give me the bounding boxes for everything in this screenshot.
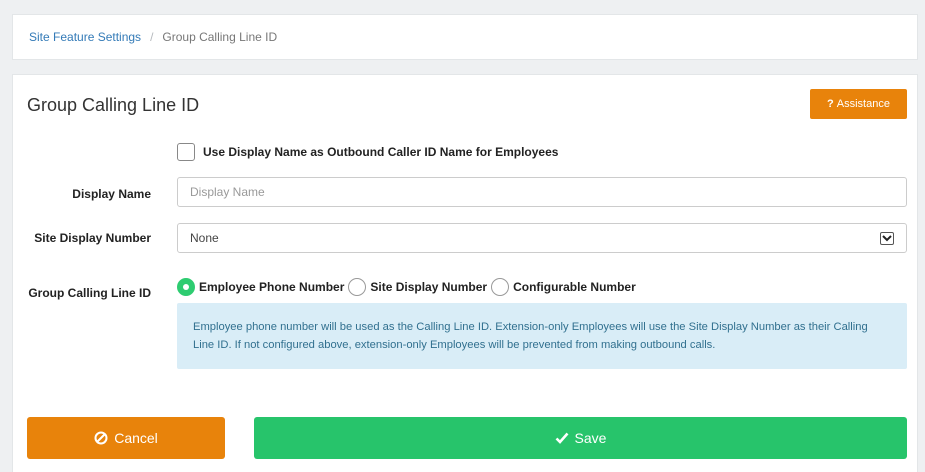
question-icon: ? [827, 98, 834, 110]
chevron-down-icon [880, 231, 894, 245]
calling-line-id-radio-group: Employee Phone Number Site Display Numbe… [177, 278, 640, 296]
use-display-name-label[interactable]: Use Display Name as Outbound Caller ID N… [203, 145, 558, 159]
radio-label-employee-phone-number[interactable]: Employee Phone Number [199, 280, 344, 294]
site-display-number-select[interactable]: None [177, 223, 907, 253]
radio-label-configurable-number[interactable]: Configurable Number [513, 280, 636, 294]
display-name-label: Display Name [72, 187, 151, 201]
calling-line-id-info-alert: Employee phone number will be used as th… [177, 303, 907, 369]
checkmark-icon [555, 432, 569, 444]
breadcrumb-current: Group Calling Line ID [162, 30, 278, 44]
cancel-label: Cancel [114, 430, 158, 446]
breadcrumb-link-site-feature-settings[interactable]: Site Feature Settings [29, 30, 141, 44]
radio-option-site-display-number[interactable]: Site Display Number [348, 278, 487, 296]
breadcrumb-separator: / [150, 30, 154, 44]
use-display-name-row: Use Display Name as Outbound Caller ID N… [177, 143, 558, 161]
settings-panel: Group Calling Line ID ? Assistance Use D… [12, 74, 918, 472]
radio-configurable-number[interactable] [491, 278, 510, 296]
save-button[interactable]: Save [254, 417, 907, 459]
assistance-label: Assistance [836, 98, 890, 110]
breadcrumb: Site Feature Settings / Group Calling Li… [12, 14, 918, 60]
group-calling-line-id-label: Group Calling Line ID [28, 286, 151, 300]
site-display-number-value: None [190, 231, 219, 245]
cancel-button[interactable]: Cancel [27, 417, 225, 459]
radio-option-configurable-number[interactable]: Configurable Number [491, 278, 636, 296]
display-name-input[interactable] [177, 177, 907, 207]
site-display-number-label: Site Display Number [34, 231, 151, 245]
radio-site-display-number[interactable] [348, 278, 367, 296]
use-display-name-checkbox[interactable] [177, 143, 195, 161]
cancel-icon [94, 431, 108, 445]
page-title: Group Calling Line ID [27, 95, 200, 115]
assistance-button[interactable]: ? Assistance [810, 89, 907, 119]
radio-label-site-display-number[interactable]: Site Display Number [370, 280, 487, 294]
radio-employee-phone-number[interactable] [177, 278, 195, 296]
radio-option-employee-phone-number[interactable]: Employee Phone Number [177, 278, 344, 296]
save-label: Save [574, 430, 607, 446]
